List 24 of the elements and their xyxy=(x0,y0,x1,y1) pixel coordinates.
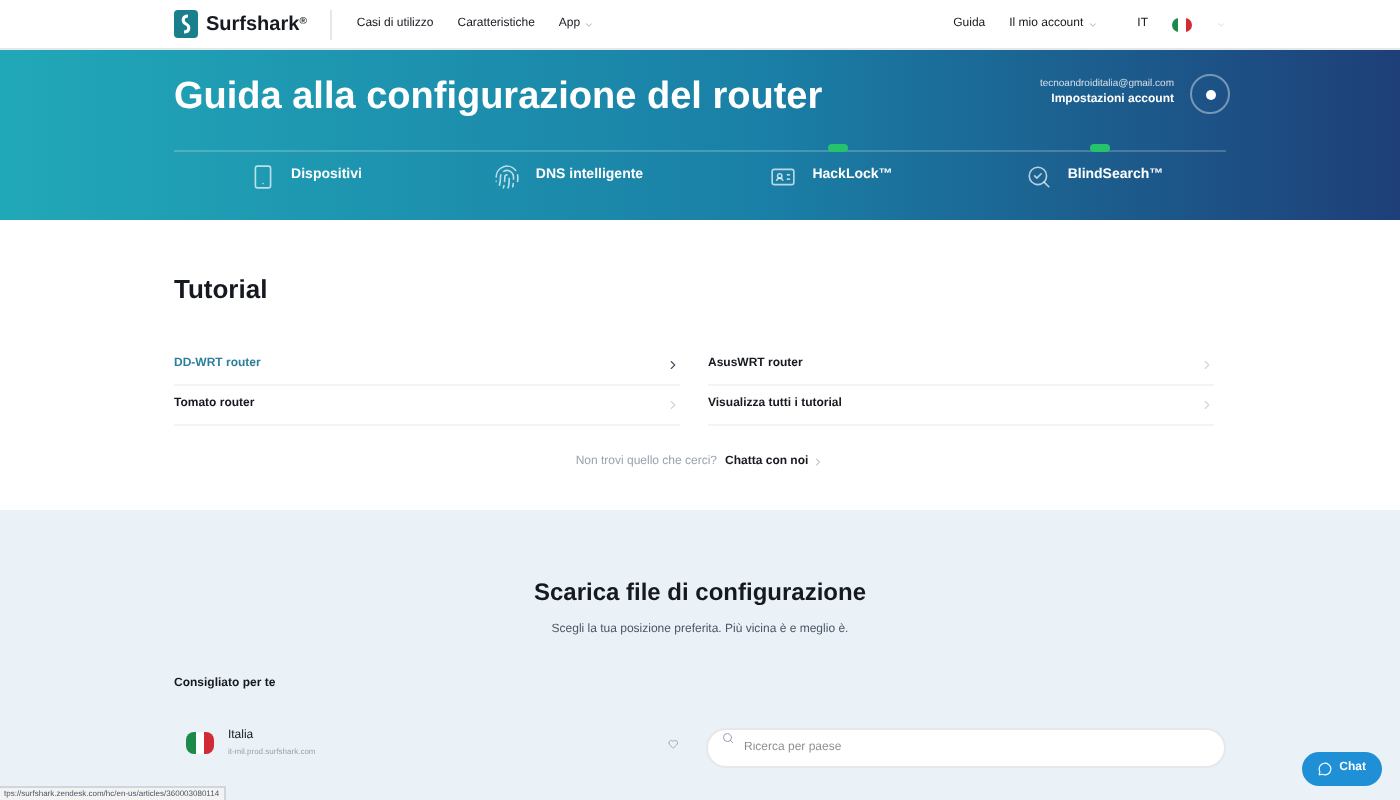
brand-name[interactable]: Surfshark$^{®}$ xyxy=(206,9,307,39)
caret-icon xyxy=(1087,19,1098,29)
caret-icon xyxy=(1216,19,1226,29)
page-title: Guida alla configurazione del router xyxy=(174,74,823,122)
feature-icon xyxy=(249,163,276,190)
settings-button[interactable] xyxy=(1190,74,1230,114)
feature-badge xyxy=(827,143,848,152)
italy-flag-icon xyxy=(1172,17,1192,31)
chevron-icon xyxy=(666,397,680,411)
italy-flag-icon xyxy=(186,732,214,754)
feature-icon xyxy=(493,163,520,190)
feature-icon xyxy=(770,163,797,190)
section-title: Tutorial xyxy=(174,272,270,308)
chat-icon xyxy=(1317,762,1332,776)
caret-icon xyxy=(584,19,595,29)
chevron-icon xyxy=(1200,357,1214,371)
logo-icon xyxy=(174,10,198,38)
feature-badge xyxy=(1090,143,1111,152)
search-icon xyxy=(722,732,734,744)
chevron-icon xyxy=(666,357,680,371)
feature-icon xyxy=(1025,163,1052,190)
chevron-icon xyxy=(1200,397,1214,411)
chevron-icon xyxy=(812,456,825,468)
section-title: Scarica file di configurazione xyxy=(531,576,869,610)
